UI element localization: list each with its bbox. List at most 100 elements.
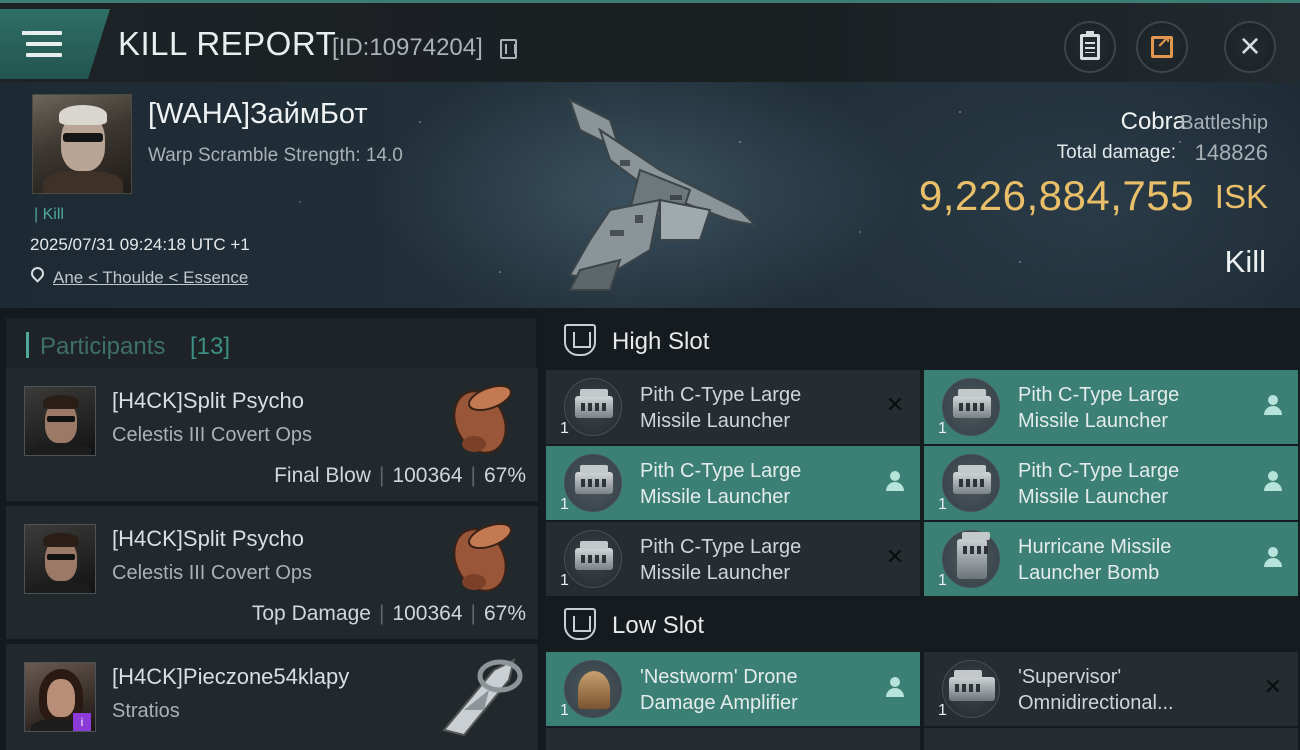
- report-id: [ID:10974204]: [332, 34, 483, 61]
- participant-row[interactable]: i [H4CK]Pieczone54klapy Stratios: [6, 644, 538, 750]
- total-damage-label: Total damage:: [1056, 142, 1176, 163]
- module-item[interactable]: 1 Pith C-Type Large Missile Launcher: [924, 370, 1298, 444]
- fitting-panel: High Slot 1 Pith C-Type Large Missile La…: [540, 308, 1300, 750]
- low-slot-title: Low Slot: [612, 612, 705, 639]
- participant-percent: 67%: [483, 464, 526, 487]
- participant-ship: Celestis III Covert Ops: [112, 424, 313, 446]
- destroyed-icon: ✕: [1263, 674, 1283, 699]
- low-slot-header: Low Slot: [546, 594, 1298, 656]
- dropped-icon: [1262, 546, 1284, 568]
- module-name: Pith C-Type Large Missile Launcher: [1018, 384, 1180, 432]
- participant-avatar: i: [24, 662, 96, 732]
- close-icon: ×: [1239, 24, 1261, 66]
- clipboard-icon: [1080, 31, 1100, 60]
- participant-ship-image: [453, 522, 512, 592]
- kill-timestamp: 2025/07/31 09:24:18 UTC +1: [30, 235, 250, 254]
- participant-damage: 100364: [392, 602, 463, 625]
- module-item[interactable]: 1 Pith C-Type Large Missile Launcher ✕: [546, 522, 920, 596]
- module-quantity: 1: [560, 496, 569, 513]
- module-item[interactable]: 1 'Nestworm' Drone Damage Amplifier: [546, 652, 920, 726]
- clipboard-button[interactable]: [1064, 21, 1116, 73]
- participant-ship: Stratios: [112, 700, 180, 722]
- module-name: Pith C-Type Large Missile Launcher: [640, 384, 802, 432]
- participants-header[interactable]: Participants [13]: [6, 318, 536, 374]
- missile-launcher-icon: [564, 378, 622, 436]
- missile-launcher-icon: [942, 378, 1000, 436]
- participants-label: Participants: [40, 333, 166, 360]
- participant-percent: 67%: [483, 602, 526, 625]
- victim-ship-image: [568, 98, 759, 291]
- isk-value: 9,226,884,755: [918, 172, 1194, 219]
- location-link[interactable]: Ane < Thoulde < Essence: [53, 268, 248, 288]
- participant-name: [H4CK]Pieczone54klapy: [112, 664, 350, 689]
- module-quantity: 1: [938, 572, 947, 589]
- participant-role: Top Damage: [251, 602, 371, 625]
- participant-role: Final Blow: [274, 464, 371, 487]
- module-item[interactable]: [924, 728, 1298, 750]
- module-item[interactable]: 1 Hurricane Missile Launcher Bomb: [924, 522, 1298, 596]
- participants-panel: Participants [13] [H4CK]Split Psycho Cel…: [0, 308, 540, 750]
- high-slot-title: High Slot: [612, 328, 710, 355]
- copy-icon[interactable]: [500, 39, 517, 59]
- module-item[interactable]: [546, 728, 920, 750]
- page-title: KILL REPORT: [118, 25, 337, 62]
- module-name: Pith C-Type Large Missile Launcher: [1018, 460, 1180, 508]
- participant-ship: Celestis III Covert Ops: [112, 562, 313, 584]
- module-name: Pith C-Type Large Missile Launcher: [640, 460, 802, 508]
- menu-button[interactable]: [0, 9, 110, 79]
- high-slot-header: High Slot: [546, 310, 1298, 372]
- victim-name[interactable]: [WAHA]ЗаймБот: [148, 98, 368, 131]
- dropped-icon: [1262, 470, 1284, 492]
- destroyed-icon: ✕: [885, 392, 905, 417]
- victim-ship-class: Battleship: [1180, 112, 1268, 134]
- participant-ship-image: [442, 658, 523, 737]
- participant-row[interactable]: [H4CK]Split Psycho Celestis III Covert O…: [6, 506, 538, 640]
- participant-name: [H4CK]Split Psycho: [112, 388, 304, 413]
- module-name: Pith C-Type Large Missile Launcher: [640, 536, 802, 584]
- drone-amplifier-icon: [564, 660, 622, 718]
- destroyed-icon: ✕: [885, 544, 905, 569]
- missile-launcher-icon: [942, 454, 1000, 512]
- close-button[interactable]: ×: [1224, 21, 1276, 73]
- participant-row[interactable]: [H4CK]Split Psycho Celestis III Covert O…: [6, 368, 538, 502]
- module-quantity: 1: [560, 572, 569, 589]
- module-name: 'Nestworm' Drone Damage Amplifier: [640, 666, 798, 714]
- victim-avatar[interactable]: [32, 94, 132, 194]
- module-item[interactable]: 1 Pith C-Type Large Missile Launcher: [546, 446, 920, 520]
- module-quantity: 1: [938, 420, 947, 437]
- warp-scramble-strength: Warp Scramble Strength: 14.0: [148, 145, 403, 166]
- participant-badge: i: [73, 713, 91, 731]
- module-item[interactable]: 1 Pith C-Type Large Missile Launcher ✕: [546, 370, 920, 444]
- victim-panel: [WAHA]ЗаймБот Warp Scramble Strength: 14…: [0, 82, 1300, 308]
- kill-tag: | Kill: [34, 206, 64, 223]
- participant-ship-image: [453, 384, 512, 454]
- module-item[interactable]: 1 Pith C-Type Large Missile Launcher: [924, 446, 1298, 520]
- slot-icon: [564, 324, 596, 356]
- participant-avatar: [24, 524, 96, 594]
- participant-stats: Final Blow | 100364 | 67%: [274, 464, 526, 487]
- module-name: 'Supervisor' Omnidirectional...: [1018, 666, 1174, 714]
- dropped-icon: [884, 470, 906, 492]
- module-quantity: 1: [560, 702, 569, 719]
- module-item[interactable]: 1 'Supervisor' Omnidirectional... ✕: [924, 652, 1298, 726]
- missile-launcher-icon: [564, 454, 622, 512]
- kill-result: Kill: [1224, 244, 1266, 279]
- module-name: Hurricane Missile Launcher Bomb: [1018, 536, 1172, 584]
- missile-launcher-icon: [564, 530, 622, 588]
- participant-name: [H4CK]Split Psycho: [112, 526, 304, 551]
- participant-stats: Top Damage | 100364 | 67%: [251, 602, 526, 625]
- module-quantity: 1: [938, 496, 947, 513]
- share-button[interactable]: [1136, 21, 1188, 73]
- total-damage-value: 148826: [1194, 140, 1268, 165]
- participants-count: [13]: [190, 333, 231, 360]
- victim-ship-name[interactable]: Cobra: [1121, 108, 1186, 136]
- slot-icon: [564, 608, 596, 640]
- share-icon: [1151, 32, 1173, 58]
- isk-unit: ISK: [1214, 178, 1268, 215]
- dropped-icon: [1262, 394, 1284, 416]
- module-quantity: 1: [560, 420, 569, 437]
- menu-icon: [22, 31, 62, 57]
- missile-launcher-bomb-icon: [942, 530, 1000, 588]
- header-bar: KILL REPORT [ID:10974204] ×: [0, 0, 1300, 82]
- participant-avatar: [24, 386, 96, 456]
